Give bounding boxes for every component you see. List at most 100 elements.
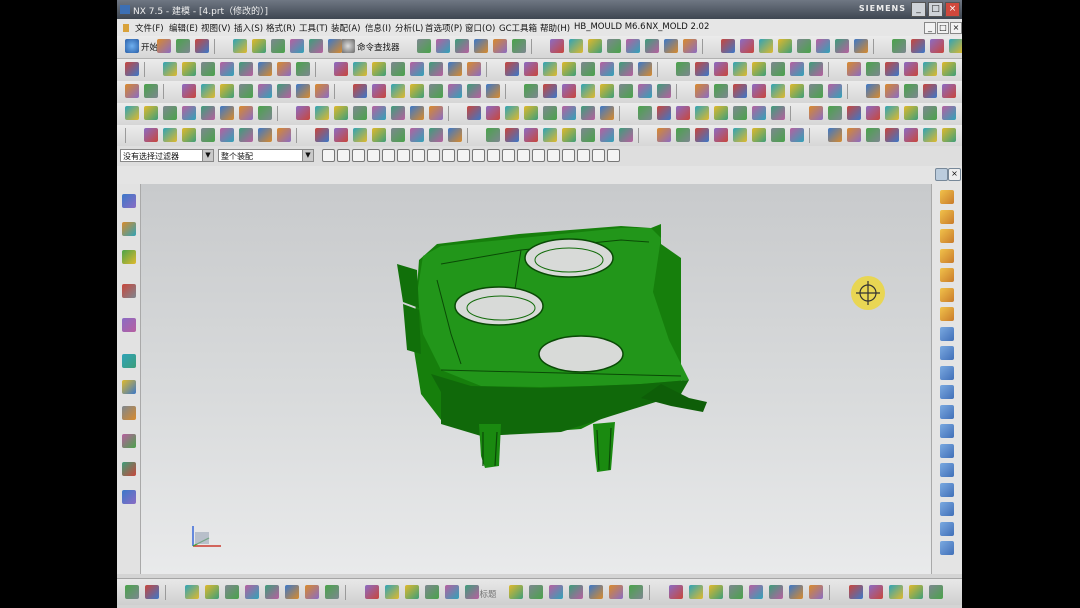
toolbar-tool-icon[interactable]: [657, 84, 671, 98]
toolbar-tool-icon[interactable]: [163, 106, 177, 120]
toolbar-tool-icon[interactable]: [942, 128, 956, 142]
toolbar-tool-icon[interactable]: [847, 128, 861, 142]
snap-point-icon[interactable]: [352, 149, 365, 162]
toolbar-tool-icon[interactable]: [201, 128, 215, 142]
toolbar-tool-icon[interactable]: [410, 62, 424, 76]
toolbar-tool-icon[interactable]: [474, 39, 488, 53]
toolbar-tool-icon[interactable]: [790, 62, 804, 76]
process-studio-icon[interactable]: [122, 380, 136, 394]
toolbar-tool-icon[interactable]: [182, 128, 196, 142]
toolbar-tool-icon[interactable]: [271, 39, 285, 53]
menu-hb-mould[interactable]: HB_MOULD M6.6: [574, 22, 646, 32]
toolbar-tool-icon[interactable]: [195, 39, 209, 53]
toolbar-tool-icon[interactable]: [372, 128, 386, 142]
toolbar-tool-icon[interactable]: [676, 62, 690, 76]
snap-point-icon[interactable]: [547, 149, 560, 162]
toolbar-tool-icon[interactable]: [239, 62, 253, 76]
toolbar-tool-icon[interactable]: [835, 39, 849, 53]
toolbar-tool-icon[interactable]: [942, 84, 956, 98]
toolbar-tool-icon[interactable]: [448, 84, 462, 98]
toolbar-tool-icon[interactable]: [201, 62, 215, 76]
assembly-navigator-icon[interactable]: [122, 194, 136, 208]
toolbar-tool-icon[interactable]: [429, 128, 443, 142]
toolbar-tool-icon[interactable]: [629, 585, 643, 599]
toolbar-tool-icon[interactable]: [391, 106, 405, 120]
toolbar-tool-icon[interactable]: [729, 585, 743, 599]
toolbar-tool-icon[interactable]: [182, 62, 196, 76]
toolbar-tool-icon[interactable]: [889, 585, 903, 599]
menu-gc-toolkit[interactable]: GC工具箱: [499, 22, 537, 34]
toolbar-tool-icon[interactable]: [465, 585, 479, 599]
toolbar-tool-icon[interactable]: [923, 84, 937, 98]
toolbar-tool-icon[interactable]: [429, 106, 443, 120]
toolbar-tool-icon[interactable]: [929, 585, 943, 599]
type-filter-dropdown[interactable]: 没有选择过滤器 ▼: [120, 149, 214, 162]
toolbar-tool-icon[interactable]: [619, 84, 633, 98]
toolbar-tool-icon[interactable]: [904, 62, 918, 76]
part-family-icon[interactable]: [940, 209, 954, 224]
toolbar-tool-icon[interactable]: [749, 585, 763, 599]
snap-point-icon[interactable]: [607, 149, 620, 162]
toolbar-tool-icon[interactable]: [220, 128, 234, 142]
doc-minimize-button[interactable]: _: [924, 22, 936, 34]
toolbar-tool-icon[interactable]: [144, 84, 158, 98]
toolbar-tool-icon[interactable]: [790, 128, 804, 142]
toolbar-tool-icon[interactable]: [239, 128, 253, 142]
snap-point-icon[interactable]: [322, 149, 335, 162]
toolbar-tool-icon[interactable]: [778, 39, 792, 53]
toolbar-tool-icon[interactable]: [562, 128, 576, 142]
toolbar-tool-icon[interactable]: [543, 106, 557, 120]
menu-analysis[interactable]: 分析(L): [395, 22, 423, 34]
toolbar-tool-icon[interactable]: [797, 39, 811, 53]
toolbar-tool-icon[interactable]: [866, 106, 880, 120]
trim-icon[interactable]: [940, 463, 954, 477]
toolbar-tool-icon[interactable]: [125, 84, 139, 98]
toolbar-tool-icon[interactable]: [524, 128, 538, 142]
toolbar-tool-icon[interactable]: [410, 128, 424, 142]
web-browser-icon[interactable]: [122, 284, 136, 298]
toolbar-tool-icon[interactable]: [869, 585, 883, 599]
toolbar-tool-icon[interactable]: [493, 39, 507, 53]
start-button[interactable]: 开始: [141, 41, 158, 53]
toolbar-tool-icon[interactable]: [325, 585, 339, 599]
toolbar-tool-icon[interactable]: [885, 106, 899, 120]
mold-wizard-icon[interactable]: [940, 190, 954, 204]
toolbar-tool-icon[interactable]: [923, 106, 937, 120]
toolbar-tool-icon[interactable]: [425, 585, 439, 599]
toolbar-tool-icon[interactable]: [220, 84, 234, 98]
toolbar-tool-icon[interactable]: [733, 62, 747, 76]
toolbar-tool-icon[interactable]: [581, 106, 595, 120]
doc-restore-button[interactable]: □: [937, 22, 949, 34]
toolbar-tool-icon[interactable]: [296, 106, 310, 120]
toolbar-tool-icon[interactable]: [676, 106, 690, 120]
toolbar-tool-icon[interactable]: [353, 106, 367, 120]
electrode-icon[interactable]: [940, 443, 954, 458]
toolbar-tool-icon[interactable]: [163, 62, 177, 76]
panel-icon[interactable]: [935, 168, 948, 181]
toolbar-tool-icon[interactable]: [296, 84, 310, 98]
toolbar-tool-icon[interactable]: [225, 585, 239, 599]
toolbar-tool-icon[interactable]: [277, 62, 291, 76]
manufacturing-wizard-icon[interactable]: [122, 406, 136, 420]
toolbar-tool-icon[interactable]: [258, 62, 272, 76]
toolbar-tool-icon[interactable]: [885, 84, 899, 98]
toolbar-tool-icon[interactable]: [866, 84, 880, 98]
snap-point-icon[interactable]: [427, 149, 440, 162]
toolbar-tool-icon[interactable]: [258, 128, 272, 142]
toolbar-tool-icon[interactable]: [733, 128, 747, 142]
toolbar-tool-icon[interactable]: [923, 128, 937, 142]
toolbar-tool-icon[interactable]: [486, 106, 500, 120]
toolbar-tool-icon[interactable]: [391, 84, 405, 98]
toolbar-tool-icon[interactable]: [448, 62, 462, 76]
history-icon[interactable]: [122, 318, 136, 332]
toolbar-tool-icon[interactable]: [709, 585, 723, 599]
toolbar-tool-icon[interactable]: [721, 39, 735, 53]
toolbar-tool-icon[interactable]: [904, 106, 918, 120]
runner-icon[interactable]: [940, 404, 954, 419]
toolbar-tool-icon[interactable]: [828, 106, 842, 120]
part-navigator-icon[interactable]: [122, 250, 136, 264]
toolbar-tool-icon[interactable]: [549, 585, 563, 599]
toolbar-tool-icon[interactable]: [569, 585, 583, 599]
toolbar-tool-icon[interactable]: [315, 106, 329, 120]
toolbar-tool-icon[interactable]: [828, 84, 842, 98]
